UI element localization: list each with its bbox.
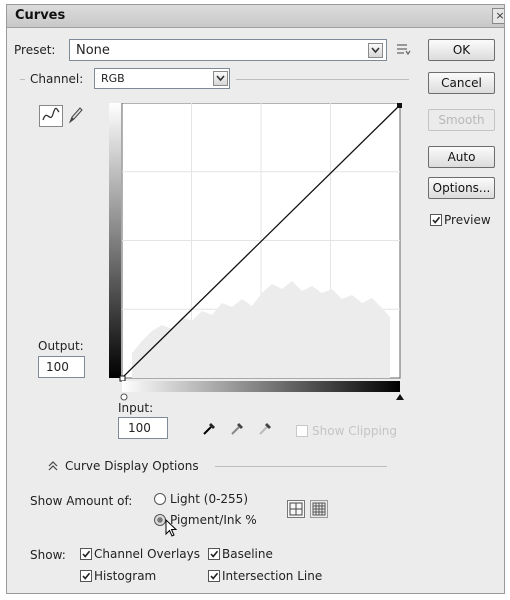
show-amount-label: Show Amount of:	[30, 494, 133, 508]
histogram-checkbox[interactable]	[80, 570, 92, 582]
group-border-top	[236, 79, 409, 80]
chevron-down-icon[interactable]	[368, 43, 383, 58]
curves-dialog: Curves × Preset: None OK Cancel Smooth A…	[6, 4, 505, 594]
title-bar: Curves ×	[7, 5, 504, 28]
curve-point-black[interactable]	[119, 375, 126, 382]
channel-overlays-label: Channel Overlays	[94, 547, 200, 561]
intersection-line-checkbox[interactable]	[208, 570, 220, 582]
output-label: Output:	[38, 339, 84, 353]
group-border-left	[20, 79, 25, 80]
white-point-slider[interactable]	[396, 394, 404, 400]
collapse-chevron-icon[interactable]	[47, 460, 59, 472]
preview-checkbox[interactable]	[430, 214, 442, 226]
ok-button[interactable]: OK	[428, 39, 495, 61]
black-eyedropper-icon[interactable]	[201, 419, 219, 437]
show-clipping-checkbox[interactable]	[296, 425, 308, 437]
cancel-button[interactable]: Cancel	[428, 72, 495, 94]
curve-display-options-label[interactable]: Curve Display Options	[65, 459, 199, 473]
detailed-grid-icon[interactable]	[310, 500, 328, 518]
curve-tool-icon[interactable]	[39, 105, 63, 127]
preset-label: Preset:	[14, 43, 56, 57]
close-icon[interactable]: ×	[492, 8, 504, 24]
input-label: Input:	[118, 401, 154, 415]
pigment-label: Pigment/Ink %	[170, 513, 257, 527]
input-value: 100	[128, 421, 151, 435]
baseline-label: Baseline	[222, 547, 273, 561]
preset-value: None	[76, 43, 110, 58]
channel-value: RGB	[101, 72, 125, 85]
chevron-down-icon[interactable]	[213, 71, 228, 86]
channel-label: Channel:	[30, 72, 84, 86]
options-divider	[215, 466, 387, 467]
channel-overlays-checkbox[interactable]	[80, 548, 92, 560]
black-point-slider[interactable]	[120, 393, 128, 401]
simple-grid-icon[interactable]	[287, 500, 305, 518]
dialog-title: Curves	[15, 8, 66, 23]
gray-eyedropper-icon[interactable]	[229, 419, 247, 437]
light-radio[interactable]	[154, 493, 166, 505]
output-value: 100	[46, 360, 69, 374]
input-field[interactable]: 100	[118, 417, 168, 439]
white-eyedropper-icon[interactable]	[257, 419, 275, 437]
smooth-button[interactable]: Smooth	[428, 109, 495, 131]
light-label: Light (0-255)	[170, 492, 248, 506]
curve-point-white[interactable]	[397, 103, 402, 108]
preset-select[interactable]: None	[69, 39, 387, 61]
show-label: Show:	[30, 548, 66, 562]
preview-label: Preview	[444, 213, 491, 227]
pencil-icon[interactable]	[67, 105, 85, 125]
output-gradient-bar	[109, 103, 121, 378]
histogram-label: Histogram	[94, 569, 157, 583]
options-button[interactable]: Options...	[428, 177, 495, 199]
input-gradient-bar	[122, 381, 400, 392]
cursor-arrow-icon	[165, 518, 179, 539]
curves-graph[interactable]	[107, 103, 407, 403]
preset-menu-icon[interactable]	[395, 42, 411, 56]
channel-select[interactable]: RGB	[94, 68, 230, 89]
baseline-checkbox[interactable]	[208, 548, 220, 560]
output-field[interactable]: 100	[38, 356, 85, 378]
show-clipping-label: Show Clipping	[312, 424, 398, 438]
intersection-line-label: Intersection Line	[222, 569, 323, 583]
auto-button[interactable]: Auto	[428, 146, 495, 168]
